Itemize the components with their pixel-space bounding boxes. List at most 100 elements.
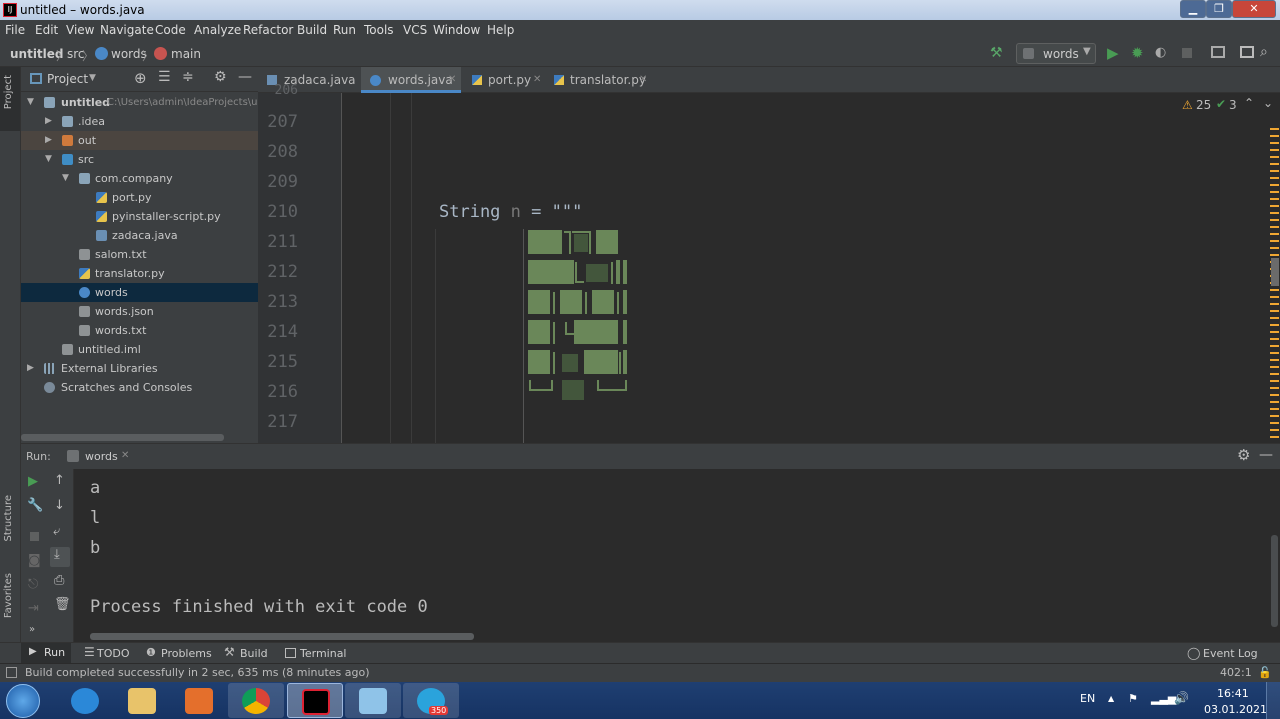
layout-icon[interactable] [1240, 46, 1254, 58]
wrench-icon[interactable]: 🔧 [27, 498, 43, 513]
todo-icon[interactable]: ☰ [84, 645, 95, 659]
menu-analyze[interactable]: Analyze [194, 23, 241, 37]
tree-item-words[interactable]: words [21, 283, 258, 302]
build-tool-button[interactable]: Build [240, 647, 268, 660]
vertical-scrollbar-thumb[interactable] [1271, 535, 1278, 627]
flag-icon[interactable]: ⚑ [1128, 692, 1138, 705]
tree-item-external-libraries[interactable]: ▶ External Libraries [21, 359, 258, 378]
tree-item-pyinstaller[interactable]: pyinstaller-script.py [21, 207, 258, 226]
show-desktop-button[interactable] [1266, 682, 1280, 719]
exit-icon[interactable]: ⎋ [28, 577, 38, 592]
tree-item-salom[interactable]: salom.txt [21, 245, 258, 264]
close-tab-icon[interactable]: ✕ [533, 67, 541, 93]
more-icon[interactable]: » [29, 624, 35, 635]
tree-item-words-json[interactable]: words.json [21, 302, 258, 321]
chevron-right-icon[interactable]: ▶ [27, 359, 34, 378]
scroll-to-end-icon[interactable]: ⤓ [54, 547, 60, 562]
menu-code[interactable]: Code [155, 23, 186, 37]
caret-position[interactable]: 402:1 [1220, 666, 1252, 679]
menu-window[interactable]: Window [433, 23, 480, 37]
menu-run[interactable]: Run [333, 23, 356, 37]
minimize-button[interactable]: ▁ [1180, 0, 1206, 18]
gear-icon[interactable]: ⚙ [1237, 446, 1250, 464]
taskbar-telegram[interactable]: 350 [403, 683, 459, 718]
maximize-button[interactable]: ❐ [1206, 0, 1232, 18]
up-arrow-icon[interactable]: ↑ [54, 473, 65, 488]
tab-port-py[interactable]: port.py ✕ [463, 67, 545, 93]
hide-icon[interactable]: — [238, 69, 252, 85]
menu-refactor[interactable]: Refactor [243, 23, 293, 37]
project-structure-icon[interactable] [1211, 46, 1225, 58]
console-output[interactable]: a l b Process finished with exit code 0 [74, 469, 1280, 642]
language-indicator[interactable]: EN [1080, 692, 1095, 705]
chevron-up-icon[interactable]: ⌃ [1244, 96, 1254, 110]
taskbar-notepad[interactable] [345, 683, 401, 718]
debug-icon[interactable]: ✹ [1131, 44, 1144, 62]
tab-words-java[interactable]: words.java ✕ [361, 67, 461, 93]
menu-vcs[interactable]: VCS [403, 23, 427, 37]
run-tool-button[interactable]: ▶ Run [21, 643, 71, 664]
check-count[interactable]: 3 [1229, 98, 1237, 112]
problems-icon[interactable]: ❶ [146, 646, 156, 659]
scroll-to-end-button[interactable] [50, 547, 70, 567]
taskbar-ie[interactable] [57, 683, 113, 718]
project-tool-label[interactable]: Project [3, 75, 14, 109]
menu-edit[interactable]: Edit [35, 23, 58, 37]
collapse-all-icon[interactable]: ≑ [182, 69, 194, 85]
tree-item-untitled-iml[interactable]: untitled.iml [21, 340, 258, 359]
tree-item-words-txt[interactable]: words.txt [21, 321, 258, 340]
code-editor[interactable]: 206 207 208 209 210 211 212 213 214 215 … [258, 83, 1280, 443]
structure-tool-label[interactable]: Structure [3, 495, 14, 542]
tree-item-port-py[interactable]: port.py [21, 188, 258, 207]
chevron-down-icon[interactable]: ▼ [45, 150, 52, 169]
print-icon[interactable]: ⎙ [54, 573, 64, 588]
show-hidden-icons[interactable]: ▲ [1108, 694, 1114, 703]
horizontal-scrollbar[interactable] [90, 633, 474, 640]
event-log-button[interactable]: Event Log [1203, 647, 1258, 660]
terminal-icon[interactable] [285, 648, 296, 658]
close-tab-icon[interactable]: ✕ [639, 67, 647, 93]
run-tab-label[interactable]: words [85, 450, 118, 463]
chevron-down-icon[interactable]: ▼ [62, 169, 69, 188]
taskbar-explorer[interactable] [114, 683, 170, 718]
vertical-scrollbar-thumb[interactable] [1271, 258, 1279, 286]
close-tab-icon[interactable]: ✕ [448, 67, 456, 93]
breadcrumb-method[interactable]: main [171, 47, 201, 61]
menu-tools[interactable]: Tools [364, 23, 394, 37]
expand-all-icon[interactable]: ☰ [158, 69, 171, 85]
taskbar-chrome[interactable] [228, 683, 284, 718]
tree-item-idea[interactable]: ▶ .idea [21, 112, 258, 131]
trash-icon[interactable]: 🗑 [54, 597, 71, 612]
build-hammer-icon[interactable]: ⚒ [990, 45, 1003, 61]
down-arrow-icon[interactable]: ↓ [54, 498, 65, 513]
search-icon[interactable]: ⌕ [1260, 44, 1268, 60]
layout-toggle-icon[interactable] [6, 667, 17, 678]
run-config-select[interactable]: words ▼ [1016, 43, 1096, 64]
code-line-210[interactable]: String n = """ [439, 202, 582, 222]
tree-item-zadaca[interactable]: zadaca.java [21, 226, 258, 245]
camera-icon[interactable]: ◙ [28, 553, 41, 568]
tab-translator-py[interactable]: translator.py ✕ [548, 67, 653, 93]
project-view-title[interactable]: Project [47, 72, 88, 86]
locate-icon[interactable]: ⊕ [134, 69, 147, 87]
warning-count[interactable]: 25 [1196, 98, 1211, 112]
tree-item-untitled[interactable]: ▼ untitled C:\Users\admin\IdeaProjects\u [21, 93, 258, 112]
menu-build[interactable]: Build [297, 23, 327, 37]
problems-tool-button[interactable]: Problems [161, 647, 212, 660]
clock-time[interactable]: 16:41 [1217, 687, 1249, 700]
menu-file[interactable]: File [5, 23, 25, 37]
warning-icon[interactable]: ⚠ [1182, 98, 1193, 112]
menu-view[interactable]: View [66, 23, 94, 37]
check-icon[interactable]: ✔ [1216, 97, 1226, 111]
stop-icon[interactable] [30, 532, 39, 541]
chevron-right-icon[interactable]: ▶ [45, 112, 52, 131]
tree-item-translator[interactable]: translator.py [21, 264, 258, 283]
hide-icon[interactable]: — [1259, 447, 1273, 463]
hammer-icon[interactable]: ⚒ [224, 645, 235, 659]
clock-date[interactable]: 03.01.2021 [1204, 703, 1267, 716]
todo-tool-button[interactable]: TODO [97, 647, 130, 660]
chevron-down-icon[interactable]: ▼ [27, 93, 34, 112]
tree-item-src[interactable]: ▼ src [21, 150, 258, 169]
run-icon[interactable]: ▶ [1107, 44, 1119, 62]
tree-item-out[interactable]: ▶ out [21, 131, 258, 150]
